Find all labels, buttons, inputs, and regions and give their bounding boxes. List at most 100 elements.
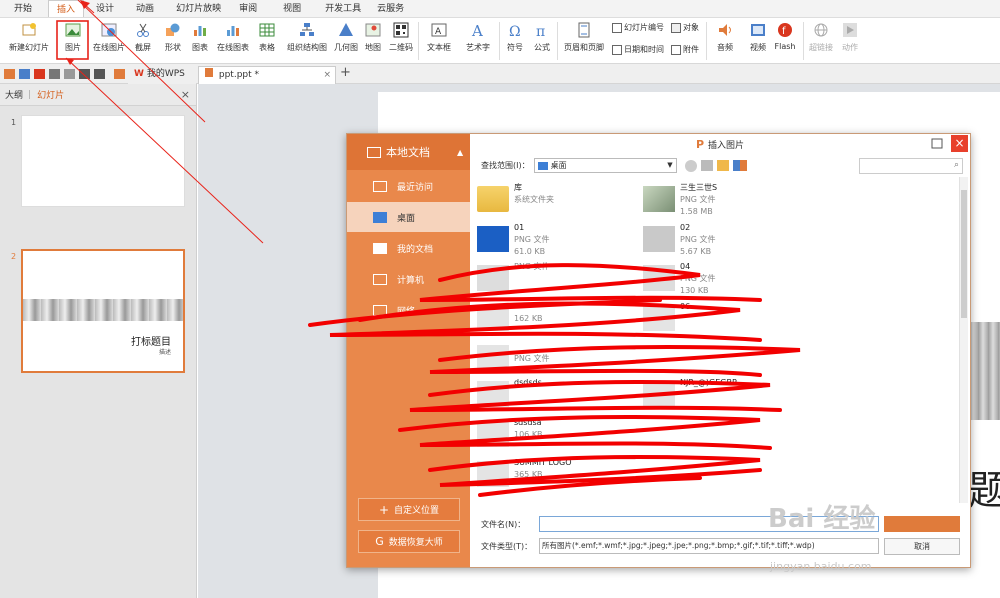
- file-list-scrollbar[interactable]: [959, 177, 968, 503]
- tab-cloud[interactable]: 云服务: [369, 0, 412, 17]
- document-tab-bar: W 我的WPS ppt.ppt * × +: [0, 64, 1000, 84]
- view-menu-icon[interactable]: [732, 160, 747, 171]
- redo-icon[interactable]: [94, 69, 105, 79]
- tab-home[interactable]: 开始: [6, 0, 40, 17]
- tab-outline[interactable]: 大纲: [5, 88, 23, 101]
- action-button[interactable]: 动作: [839, 21, 861, 61]
- sidebar-item-network[interactable]: 网络: [347, 295, 470, 325]
- table-button[interactable]: 表格: [255, 21, 279, 61]
- list-item[interactable]: NJR_@)GEGBP: [643, 377, 803, 413]
- online-chart-button[interactable]: 在线图表: [215, 21, 251, 61]
- list-item[interactable]: PNG 文件: [477, 261, 637, 297]
- list-item[interactable]: 库系统文件夹: [477, 182, 637, 218]
- list-item[interactable]: SUMMIT LOGO 365 KB: [477, 457, 637, 493]
- list-item[interactable]: 04 PNG 文件 130 KB: [643, 261, 803, 297]
- close-icon[interactable]: ×: [323, 67, 331, 84]
- map-button[interactable]: 地图: [363, 21, 383, 61]
- new-folder-icon[interactable]: [716, 160, 729, 171]
- header-footer-button[interactable]: 页眉和页脚: [562, 21, 606, 61]
- sidebar-header: 本地文档 ▲: [347, 134, 470, 170]
- attachment-button[interactable]: 附件: [671, 44, 699, 55]
- video-button[interactable]: 视频: [743, 21, 773, 61]
- chart-button[interactable]: 图表: [190, 21, 210, 61]
- svg-text:A: A: [471, 22, 483, 38]
- audio-button[interactable]: 音频: [710, 21, 740, 61]
- tab-review[interactable]: 审阅: [231, 0, 265, 17]
- custom-location-button[interactable]: + 自定义位置: [358, 498, 460, 521]
- sidebar-item-desktop[interactable]: 桌面: [347, 202, 470, 232]
- image-thumbnail: [477, 226, 509, 252]
- object-button[interactable]: 对象: [671, 22, 699, 33]
- online-picture-button[interactable]: 在线图片: [92, 21, 126, 61]
- scrollbar-thumb[interactable]: [961, 190, 967, 318]
- sidebar-item-recent[interactable]: 最近访问: [347, 171, 470, 201]
- list-item[interactable]: dsdsds: [477, 377, 637, 413]
- format-painter-icon[interactable]: [114, 69, 125, 79]
- filetype-select[interactable]: 所有图片(*.emf;*.wmf;*.jpg;*.jpeg;*.jpe;*.pn…: [539, 538, 879, 554]
- flash-button[interactable]: f Flash: [773, 21, 797, 61]
- bar-chart-icon: [191, 21, 209, 39]
- up-folder-icon[interactable]: [700, 160, 713, 171]
- close-panel-icon[interactable]: ×: [181, 88, 190, 101]
- ribbon-divider: [803, 22, 804, 60]
- list-item[interactable]: 162 KB: [477, 301, 637, 337]
- date-time-button[interactable]: 日期和时间: [612, 44, 664, 55]
- tab-developer[interactable]: 开发工具: [317, 0, 369, 17]
- tab-slides[interactable]: 幻灯片: [37, 88, 64, 101]
- save-icon[interactable]: [19, 69, 30, 79]
- wordart-button[interactable]: A 艺术字: [461, 21, 495, 61]
- undo-icon[interactable]: [79, 69, 90, 79]
- open-icon[interactable]: [4, 69, 15, 79]
- look-in-select[interactable]: 桌面 ▼: [533, 158, 677, 173]
- org-chart-button[interactable]: 组织结构图: [286, 21, 328, 61]
- ribbon-divider: [557, 22, 558, 60]
- data-recovery-button[interactable]: G 数据恢复大师: [358, 530, 460, 553]
- list-item[interactable]: 06: [643, 301, 803, 337]
- dialog-close-button[interactable]: ×: [951, 135, 968, 152]
- tab-my-wps[interactable]: W 我的WPS: [128, 66, 196, 84]
- tab-view[interactable]: 视图: [275, 0, 309, 17]
- preview-icon[interactable]: [64, 69, 75, 79]
- new-tab-button[interactable]: +: [340, 65, 351, 80]
- symbol-button[interactable]: Ω 符号: [503, 21, 527, 61]
- panel-header: 大纲 | 幻灯片: [0, 84, 196, 106]
- cancel-button[interactable]: 取消: [884, 538, 960, 555]
- filetype-row: 文件类型(T)： 所有图片(*.emf;*.wmf;*.jpg;*.jpeg;*…: [481, 538, 879, 554]
- sidebar-item-documents[interactable]: 我的文档: [347, 233, 470, 263]
- open-button[interactable]: [884, 516, 960, 532]
- tab-slideshow[interactable]: 幻灯片放映: [168, 0, 229, 17]
- collapse-icon[interactable]: ▲: [457, 148, 463, 157]
- search-input[interactable]: ⌕: [859, 158, 963, 174]
- hyperlink-button[interactable]: 超链接: [807, 21, 835, 61]
- geometry-button[interactable]: 几何图: [333, 21, 359, 61]
- list-item[interactable]: 01 PNG 文件 61.0 KB: [477, 222, 637, 258]
- picture-button[interactable]: 图片: [58, 21, 88, 61]
- tab-design[interactable]: 设计: [88, 0, 122, 17]
- slide-banner-image: [23, 299, 183, 321]
- print-icon[interactable]: [49, 69, 60, 79]
- formula-button[interactable]: π 公式: [531, 21, 553, 61]
- sidebar-item-computer[interactable]: 计算机: [347, 264, 470, 294]
- screenshot-button[interactable]: 截屏: [131, 21, 155, 61]
- list-item[interactable]: sdsdsa 106 KB: [477, 417, 637, 453]
- pdf-icon[interactable]: [34, 69, 45, 79]
- back-icon[interactable]: [684, 159, 697, 172]
- slide-thumbnail-1[interactable]: [21, 115, 185, 207]
- shape-button[interactable]: 形状: [161, 21, 185, 61]
- svg-text:Ω: Ω: [509, 24, 521, 38]
- maximize-icon[interactable]: [930, 137, 944, 151]
- look-in-row: 查找范围(I)： 桌面 ▼: [481, 158, 747, 173]
- tab-insert[interactable]: 插入: [48, 0, 85, 17]
- new-slide-button[interactable]: 新建幻灯片: [4, 21, 54, 61]
- qrcode-button[interactable]: 二维码: [388, 21, 414, 61]
- list-item[interactable]: 三生三世S PNG 文件 1.58 MB: [643, 182, 803, 218]
- slide-thumbnail-2[interactable]: 打标题目 描述: [21, 249, 185, 373]
- tab-animation[interactable]: 动画: [128, 0, 162, 17]
- list-item[interactable]: PNG 文件: [477, 341, 637, 377]
- list-item[interactable]: 02 PNG 文件 5.67 KB: [643, 222, 803, 258]
- svg-text:f: f: [782, 26, 786, 37]
- ppt-file-icon: [205, 68, 213, 77]
- slide-number-button[interactable]: 幻灯片编号: [612, 22, 664, 33]
- tab-ppt-file[interactable]: ppt.ppt * ×: [198, 66, 336, 84]
- textbox-button[interactable]: A 文本框: [422, 21, 456, 61]
